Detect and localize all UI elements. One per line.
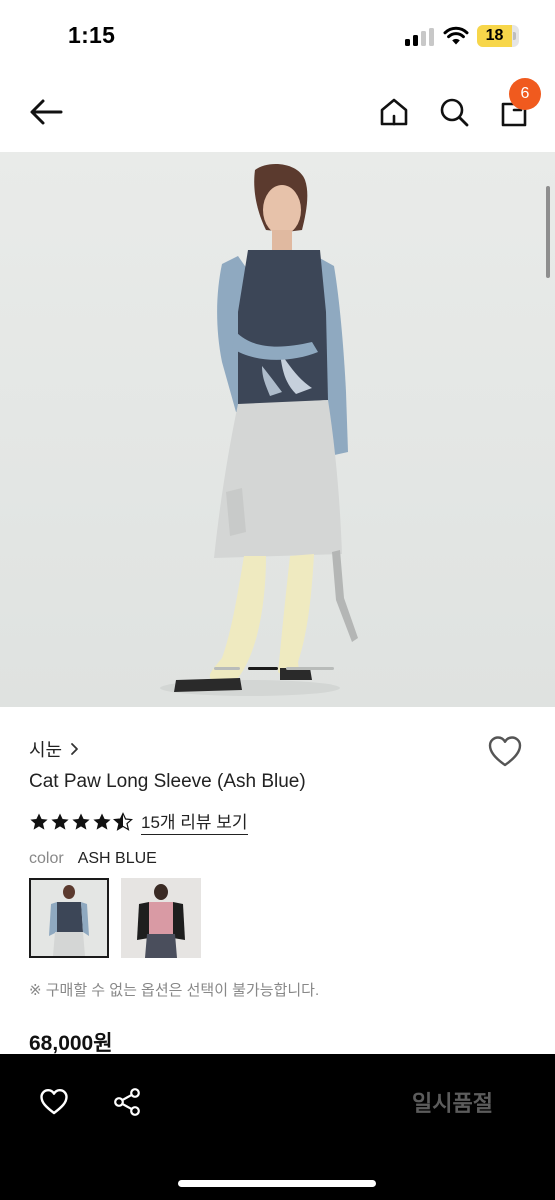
color-row: color ASH BLUE bbox=[29, 850, 157, 868]
cellular-signal-icon bbox=[405, 28, 435, 46]
carousel-pagination bbox=[214, 667, 334, 671]
battery-level: 18 bbox=[485, 27, 504, 44]
home-button[interactable] bbox=[372, 90, 416, 134]
product-photo bbox=[160, 164, 358, 696]
color-value: ASH BLUE bbox=[77, 850, 157, 867]
heart-icon bbox=[40, 1089, 68, 1115]
swatch-thumbnail bbox=[31, 880, 107, 956]
rating-stars bbox=[29, 811, 133, 832]
product-name: Cat Paw Long Sleeve (Ash Blue) bbox=[29, 771, 306, 792]
star-icon bbox=[93, 813, 111, 830]
color-swatch-ash-blue[interactable] bbox=[29, 878, 109, 958]
half-star-icon bbox=[113, 811, 133, 831]
bottom-action-bar: 일시품절 bbox=[0, 1054, 555, 1200]
status-time: 1:15 bbox=[68, 22, 116, 48]
heart-outline-icon bbox=[488, 736, 522, 767]
cart-count-badge: 6 bbox=[509, 78, 541, 110]
back-arrow-icon bbox=[30, 99, 63, 125]
product-price: 68,000원 bbox=[29, 1032, 113, 1055]
wishlist-button[interactable] bbox=[32, 1080, 76, 1124]
search-icon bbox=[440, 98, 469, 127]
pagination-dot[interactable] bbox=[286, 667, 334, 670]
pagination-dot-active[interactable] bbox=[248, 667, 278, 670]
rating-row: 15개 리뷰 보기 bbox=[29, 808, 248, 835]
home-indicator bbox=[178, 1180, 376, 1187]
status-bar: 1:15 18 bbox=[0, 0, 555, 72]
star-icon bbox=[30, 813, 48, 830]
scroll-indicator bbox=[546, 186, 550, 278]
star-icon bbox=[72, 813, 90, 830]
battery-nub bbox=[513, 32, 516, 40]
share-icon bbox=[114, 1088, 140, 1116]
soldout-button[interactable]: 일시품절 bbox=[380, 1084, 525, 1124]
brand-link[interactable]: 시눈 bbox=[29, 736, 79, 762]
star-icon bbox=[51, 813, 69, 830]
color-swatch-pink[interactable] bbox=[121, 878, 201, 958]
pagination-dot[interactable] bbox=[214, 667, 240, 670]
nav-header bbox=[0, 72, 555, 152]
back-button[interactable] bbox=[24, 90, 68, 134]
option-notice: ※ 구매할 수 없는 옵션은 선택이 불가능합니다. bbox=[29, 982, 320, 999]
brand-name: 시눈 bbox=[29, 740, 63, 760]
wishlist-button-top[interactable] bbox=[486, 734, 524, 770]
review-link[interactable]: 15개 리뷰 보기 bbox=[141, 808, 248, 835]
search-button[interactable] bbox=[432, 90, 476, 134]
swatch-thumbnail bbox=[121, 878, 201, 958]
home-icon bbox=[380, 98, 408, 126]
share-button[interactable] bbox=[105, 1080, 149, 1124]
product-image-carousel[interactable] bbox=[0, 152, 555, 707]
color-label: color bbox=[29, 850, 64, 867]
chevron-right-icon bbox=[71, 743, 79, 755]
wifi-icon bbox=[443, 26, 469, 45]
